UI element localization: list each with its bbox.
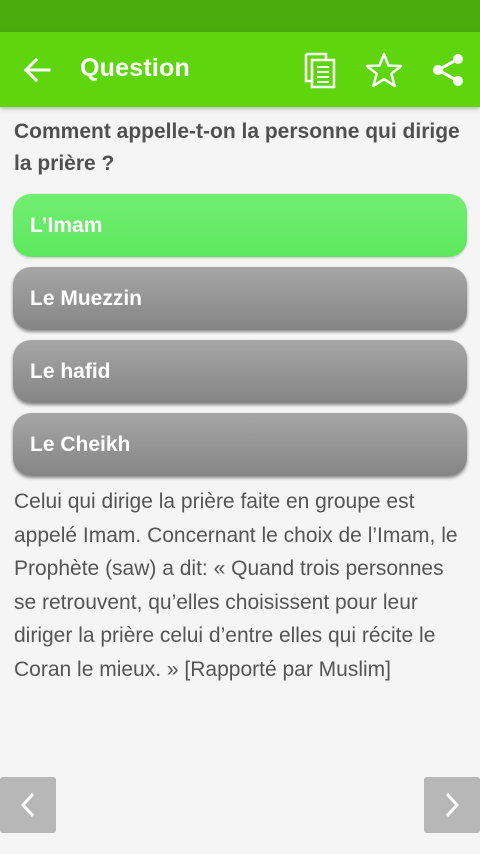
answer-option-3[interactable]: Le hafid	[13, 340, 467, 403]
answer-option-2[interactable]: Le Muezzin	[13, 267, 467, 330]
page-title: Question	[80, 54, 190, 82]
answer-option-4[interactable]: Le Cheikh	[13, 413, 467, 476]
chevron-left-icon	[20, 792, 35, 818]
star-icon[interactable]	[365, 52, 403, 88]
copy-icon[interactable]	[303, 51, 337, 89]
share-icon[interactable]	[431, 53, 465, 87]
status-bar	[0, 0, 480, 32]
next-button[interactable]	[424, 777, 480, 833]
arrow-left-icon[interactable]	[22, 56, 52, 84]
app-bar: Question	[0, 32, 480, 107]
explanation-text: Celui qui dirige la prière faite en grou…	[14, 490, 458, 681]
question-text: Comment appelle-t-on la personne qui dir…	[14, 120, 460, 175]
previous-button[interactable]	[0, 777, 56, 833]
answer-list: L’Imam Le Muezzin Le hafid Le Cheikh	[13, 194, 467, 486]
chevron-right-icon	[445, 792, 460, 818]
answer-option-1[interactable]: L’Imam	[13, 194, 467, 257]
